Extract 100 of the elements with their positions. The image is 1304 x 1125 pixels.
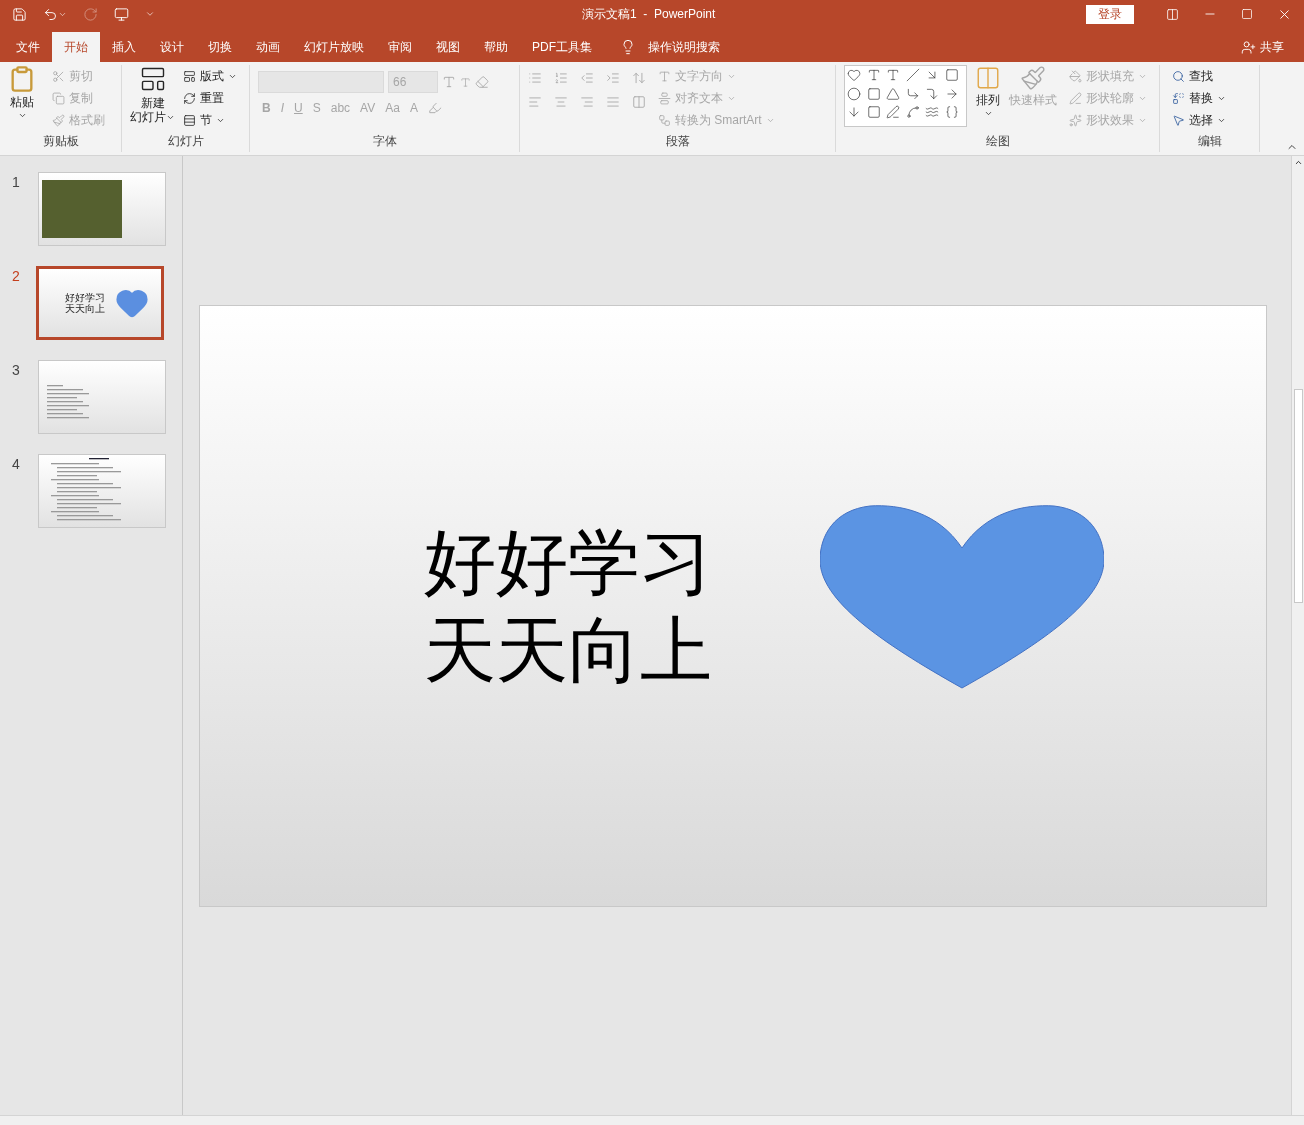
decrease-indent-icon [580,71,594,85]
paint-bucket-icon [1069,69,1082,83]
line-spacing-icon [632,71,646,85]
shape-icon [866,86,881,101]
slide-number: 1 [12,173,21,192]
ribbon-tab[interactable]: 审阅 [376,32,424,62]
slide-thumbnail[interactable] [38,172,166,246]
redo-icon [83,6,98,22]
save-icon [12,6,27,22]
login-button[interactable]: 登录 [1086,4,1134,24]
ribbon-tab[interactable]: 切换 [196,32,244,62]
align-left-icon [528,95,542,109]
slides-item[interactable]: 节 [179,109,241,131]
paste-button[interactable]: 粘贴 [4,65,40,131]
ribbon-tab[interactable]: 文件 [4,32,52,62]
shape-icon [905,68,920,82]
font-name-field[interactable] [258,71,384,93]
shape-icon [886,86,900,101]
numbering-icon [554,71,568,85]
tell-me-search[interactable]: 操作说明搜索 [648,38,720,56]
group-label: 编辑 [1196,133,1223,150]
shape-icon [905,86,920,101]
layout-icon [183,69,196,83]
maximize-icon [1241,8,1253,20]
editing-item[interactable]: 查找 [1168,65,1251,87]
slide-number: 2 [12,267,21,286]
clear-format-icon [475,75,489,89]
smartart-icon [658,113,671,127]
thumbnail-title: 好好学习 天天向上 [65,292,105,314]
ribbon-tab[interactable]: 幻灯片放映 [292,32,376,62]
shape-icon [944,68,959,82]
shrink-font-icon [460,76,471,88]
shape-icon [886,68,900,82]
undo-icon [43,6,58,22]
shape-icon [847,105,861,120]
ribbon-tab[interactable]: 开始 [52,32,100,62]
effects-icon [1069,113,1082,127]
shape-icon [847,68,861,82]
ribbon-tab[interactable]: 动画 [244,32,292,62]
editing-item[interactable]: 替换 [1168,87,1251,109]
grow-font-icon [442,75,456,89]
pen-icon [1069,91,1082,105]
slide-title: 好好学习 天天向上 [424,520,712,692]
shape-icon [944,86,959,101]
group-label: 绘图 [984,133,1011,150]
ribbon-tab[interactable]: 视图 [424,32,472,62]
group-label: 剪贴板 [41,133,80,150]
shape-icon [847,86,861,101]
slide-thumbnail[interactable] [38,360,166,434]
ribbon-tab[interactable]: 设计 [148,32,196,62]
group-label: 字体 [371,133,398,150]
scissors-icon [52,69,65,83]
shape-icon [944,105,959,120]
scrollbar-thumb[interactable] [1293,389,1303,603]
align-right-icon [580,95,594,109]
lightbulb-icon [620,39,636,55]
arrange-icon [975,65,1001,91]
slide-number: 4 [12,455,21,474]
person-icon [1241,39,1256,55]
slide-number: 3 [12,361,21,380]
customize-icon [145,9,155,19]
columns-icon [632,95,646,109]
group-label: 幻灯片 [166,133,205,150]
align-center-icon [554,95,568,109]
search-icon [1172,69,1185,83]
caret-icon [983,109,993,118]
editing-item[interactable]: 选择 [1168,109,1251,131]
brush-icon [1020,65,1046,91]
caret-icon [17,111,27,120]
section-icon [183,113,196,127]
ribbon-display-icon [1166,7,1179,21]
increase-indent-icon [606,71,620,85]
shape-icon [886,105,900,120]
ribbon-tab[interactable]: PDF工具集 [520,32,604,62]
slide-thumbnail[interactable]: 好好学习 天天向上 [36,266,164,340]
shape-icon [866,68,881,82]
share-button[interactable]: 共享 [1241,32,1284,62]
arrange-button[interactable]: 排列 [975,65,1001,131]
group-label: 段落 [664,133,691,150]
pointer-icon [1172,113,1185,127]
scroll-up-icon [1293,158,1303,167]
shape-icon [866,105,881,120]
highlighter-icon [427,101,442,115]
presentation-icon [114,6,129,22]
slide-thumbnail[interactable] [38,454,166,528]
new-slide-button[interactable]: 新建 幻灯片 [130,65,175,131]
reset-icon [183,91,196,105]
shapes-gallery[interactable] [844,65,967,127]
paintbrush-icon [52,113,65,127]
bullets-icon [528,71,542,85]
align-text-icon [658,91,671,105]
shape-icon [925,105,939,120]
slides-item[interactable]: 版式 [179,65,241,87]
ribbon-tab[interactable]: 帮助 [472,32,520,62]
window-title: 演示文稿1 - PowerPoint [582,6,716,23]
slides-item[interactable]: 重置 [179,87,241,109]
justify-icon [606,95,620,109]
ribbon-tab[interactable]: 插入 [100,32,148,62]
shape-icon [925,86,939,101]
replace-icon [1172,91,1185,105]
